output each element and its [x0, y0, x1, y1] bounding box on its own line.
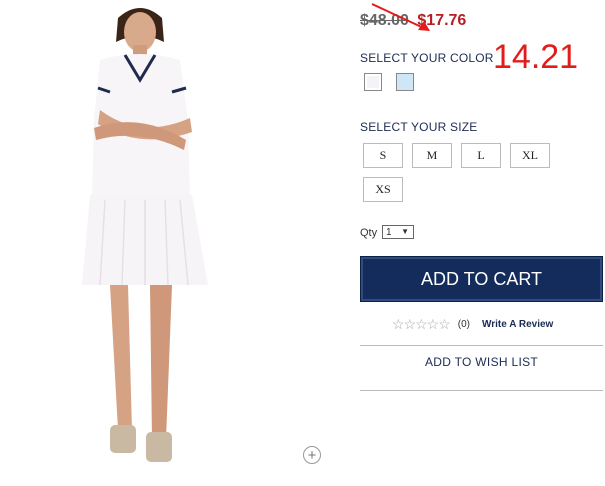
star-rating-icon: ☆☆☆☆☆	[392, 316, 451, 332]
size-button-m[interactable]: M	[412, 143, 452, 168]
divider-bottom	[360, 390, 603, 391]
review-count: (0)	[457, 319, 470, 330]
quantity-value: 1	[386, 226, 392, 238]
size-label: SELECT YOUR SIZE	[360, 120, 478, 134]
add-to-wishlist-button[interactable]: ADD TO WISH LIST	[360, 355, 603, 369]
write-review-link[interactable]: Write A Review	[482, 319, 553, 330]
size-button-s[interactable]: S	[363, 143, 403, 168]
product-image	[80, 0, 300, 481]
add-to-cart-button[interactable]: ADD TO CART	[360, 256, 603, 302]
annotation-arrow-icon	[371, 3, 430, 31]
size-button-xs[interactable]: XS	[363, 177, 403, 202]
color-swatch-white[interactable]	[364, 73, 382, 91]
plus-circle-icon[interactable]: +	[303, 446, 321, 464]
color-label: SELECT YOUR COLOR	[360, 51, 494, 65]
rating-row: ☆☆☆☆☆ (0) Write A Review	[392, 316, 553, 333]
quantity-label: Qty	[360, 227, 378, 239]
quantity-select[interactable]: 1 ▼	[382, 225, 414, 239]
divider-top	[360, 345, 603, 346]
color-swatch-light-blue[interactable]	[396, 73, 414, 91]
annotation-text: 14.21	[493, 38, 579, 76]
chevron-down-icon: ▼	[401, 227, 409, 236]
size-button-l[interactable]: L	[461, 143, 501, 168]
size-button-xl[interactable]: XL	[510, 143, 550, 168]
